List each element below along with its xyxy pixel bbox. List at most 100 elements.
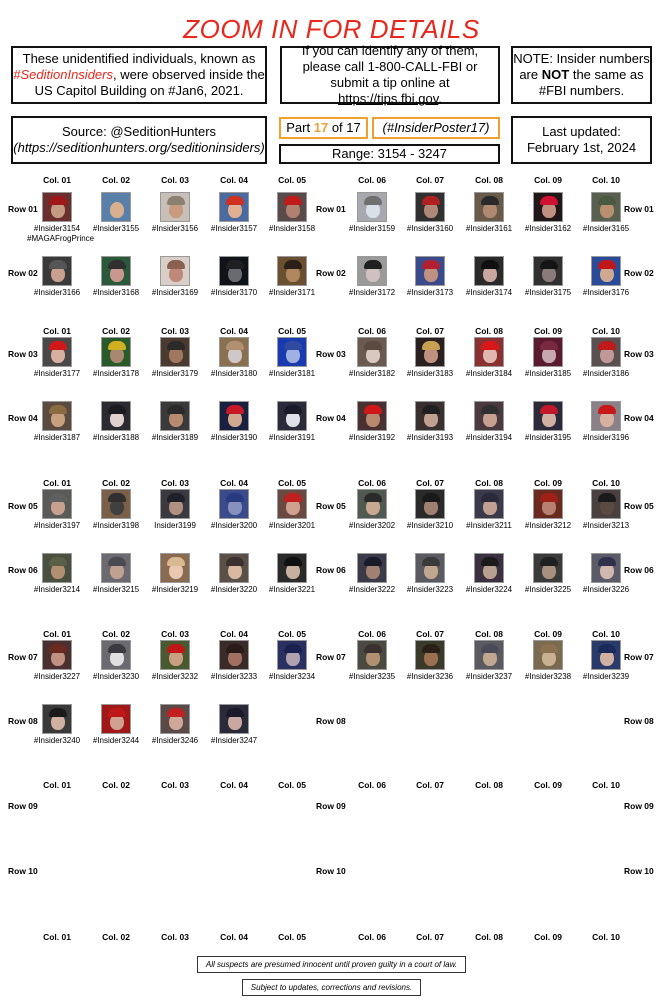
insider-cell[interactable]: #Insider3155 — [86, 192, 146, 234]
insider-cell[interactable]: #Insider3174 — [459, 256, 519, 298]
insider-cell[interactable]: #Insider3220 — [204, 553, 264, 595]
insider-cell[interactable]: #Insider3238 — [518, 640, 578, 682]
fbi-tips-link[interactable]: https://tips.fbi.gov — [338, 91, 438, 106]
insider-photo[interactable] — [42, 192, 72, 222]
insider-cell[interactable]: #Insider3239 — [576, 640, 636, 682]
insider-cell[interactable]: #Insider3212 — [518, 489, 578, 531]
insider-photo[interactable] — [357, 192, 387, 222]
insider-photo[interactable] — [101, 256, 131, 286]
insider-photo[interactable] — [277, 192, 307, 222]
insider-photo[interactable] — [219, 640, 249, 670]
insider-cell[interactable]: #Insider3237 — [459, 640, 519, 682]
insider-cell[interactable]: #Insider3173 — [400, 256, 460, 298]
insider-photo[interactable] — [277, 489, 307, 519]
insider-photo[interactable] — [533, 337, 563, 367]
insider-photo[interactable] — [357, 337, 387, 367]
insider-cell[interactable]: #Insider3193 — [400, 401, 460, 443]
insider-photo[interactable] — [357, 256, 387, 286]
insider-cell[interactable]: #Insider3162 — [518, 192, 578, 234]
insider-photo[interactable] — [219, 401, 249, 431]
insider-photo[interactable] — [591, 192, 621, 222]
insider-photo[interactable] — [533, 489, 563, 519]
insider-cell[interactable]: #Insider3191 — [262, 401, 322, 443]
insider-cell[interactable]: #Insider3224 — [459, 553, 519, 595]
insider-cell[interactable]: #Insider3247 — [204, 704, 264, 746]
insider-photo[interactable] — [474, 489, 504, 519]
insider-cell[interactable]: #Insider3169 — [145, 256, 205, 298]
insider-photo[interactable] — [591, 337, 621, 367]
insider-cell[interactable]: #Insider3222 — [342, 553, 402, 595]
insider-cell[interactable]: #Insider3188 — [86, 401, 146, 443]
insider-cell[interactable]: #Insider3221 — [262, 553, 322, 595]
insider-photo[interactable] — [101, 640, 131, 670]
insider-photo[interactable] — [533, 640, 563, 670]
insider-photo[interactable] — [415, 337, 445, 367]
insider-photo[interactable] — [219, 337, 249, 367]
insider-photo[interactable] — [42, 256, 72, 286]
insider-photo[interactable] — [42, 553, 72, 583]
insider-cell[interactable]: #Insider3187 — [27, 401, 87, 443]
insider-cell[interactable]: #Insider3190 — [204, 401, 264, 443]
insider-cell[interactable]: #Insider3192 — [342, 401, 402, 443]
insider-cell[interactable]: #Insider3184 — [459, 337, 519, 379]
insider-cell[interactable]: #Insider3156 — [145, 192, 205, 234]
insider-photo[interactable] — [591, 256, 621, 286]
insider-cell[interactable]: #Insider3235 — [342, 640, 402, 682]
insider-cell[interactable]: #Insider3172 — [342, 256, 402, 298]
insider-cell[interactable]: #Insider3185 — [518, 337, 578, 379]
insider-cell[interactable]: #Insider3180 — [204, 337, 264, 379]
insider-photo[interactable] — [101, 489, 131, 519]
insider-cell[interactable]: #Insider3219 — [145, 553, 205, 595]
insider-photo[interactable] — [277, 337, 307, 367]
insider-cell[interactable]: #Insider3211 — [459, 489, 519, 531]
insider-cell[interactable]: #Insider3197 — [27, 489, 87, 531]
insider-cell[interactable]: #Insider3175 — [518, 256, 578, 298]
insider-cell[interactable]: #Insider3157 — [204, 192, 264, 234]
insider-photo[interactable] — [219, 192, 249, 222]
source-line-2[interactable]: (https://seditionhunters.org/seditionins… — [13, 140, 264, 156]
insider-photo[interactable] — [219, 256, 249, 286]
insider-cell[interactable]: #Insider3171 — [262, 256, 322, 298]
insider-photo[interactable] — [357, 640, 387, 670]
insider-photo[interactable] — [474, 401, 504, 431]
insider-cell[interactable]: #Insider3165 — [576, 192, 636, 234]
insider-cell[interactable]: #Insider3244 — [86, 704, 146, 746]
insider-cell[interactable]: #Insider3236 — [400, 640, 460, 682]
insider-cell[interactable]: #Insider3210 — [400, 489, 460, 531]
insider-photo[interactable] — [219, 704, 249, 734]
insider-photo[interactable] — [42, 401, 72, 431]
insider-photo[interactable] — [415, 192, 445, 222]
sedition-insiders-hashtag[interactable]: #SeditionInsiders — [13, 67, 113, 82]
insider-photo[interactable] — [533, 192, 563, 222]
insider-cell[interactable]: #Insider3194 — [459, 401, 519, 443]
insider-cell[interactable]: #Insider3154 #MAGAFrogPrince — [27, 192, 94, 244]
insider-photo[interactable] — [277, 640, 307, 670]
insider-cell[interactable]: #Insider3189 — [145, 401, 205, 443]
insider-cell[interactable]: #Insider3176 — [576, 256, 636, 298]
insider-photo[interactable] — [415, 256, 445, 286]
insider-cell[interactable]: #Insider3183 — [400, 337, 460, 379]
insider-photo[interactable] — [415, 640, 445, 670]
insider-photo[interactable] — [474, 256, 504, 286]
insider-photo[interactable] — [415, 553, 445, 583]
insider-cell[interactable]: #Insider3178 — [86, 337, 146, 379]
insider-photo[interactable] — [219, 489, 249, 519]
insider-cell[interactable]: #Insider3226 — [576, 553, 636, 595]
insider-photo[interactable] — [591, 401, 621, 431]
insider-photo[interactable] — [101, 553, 131, 583]
insider-photo[interactable] — [160, 640, 190, 670]
insider-photo[interactable] — [101, 401, 131, 431]
insider-photo[interactable] — [160, 489, 190, 519]
insider-photo[interactable] — [474, 553, 504, 583]
insider-photo[interactable] — [277, 553, 307, 583]
insider-photo[interactable] — [160, 704, 190, 734]
insider-photo[interactable] — [101, 337, 131, 367]
insider-photo[interactable] — [533, 256, 563, 286]
insider-cell[interactable]: #Insider3160 — [400, 192, 460, 234]
insider-photo[interactable] — [277, 401, 307, 431]
insider-photo[interactable] — [42, 337, 72, 367]
insider-photo[interactable] — [101, 704, 131, 734]
insider-cell[interactable]: #Insider3168 — [86, 256, 146, 298]
insider-cell[interactable]: #Insider3181 — [262, 337, 322, 379]
insider-cell[interactable]: #Insider3177 — [27, 337, 87, 379]
